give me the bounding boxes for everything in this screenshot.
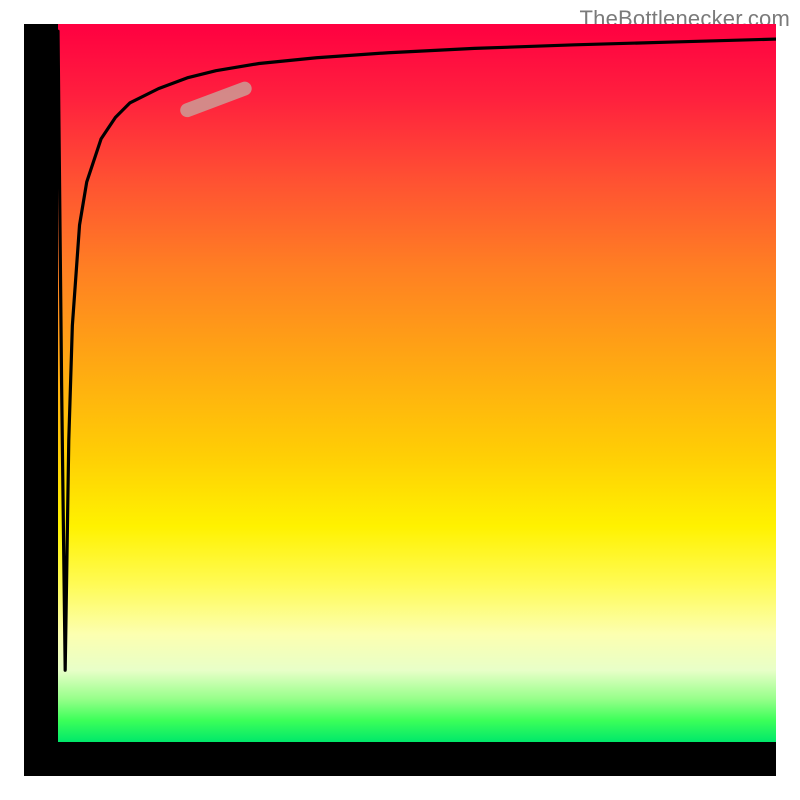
curve-layer [58,24,776,742]
y-axis [24,24,58,776]
chart-canvas: TheBottlenecker.com [0,0,800,800]
bottleneck-curve [58,31,776,670]
highlight-segment [187,89,244,111]
plot-area [58,24,776,742]
x-axis [24,742,776,776]
